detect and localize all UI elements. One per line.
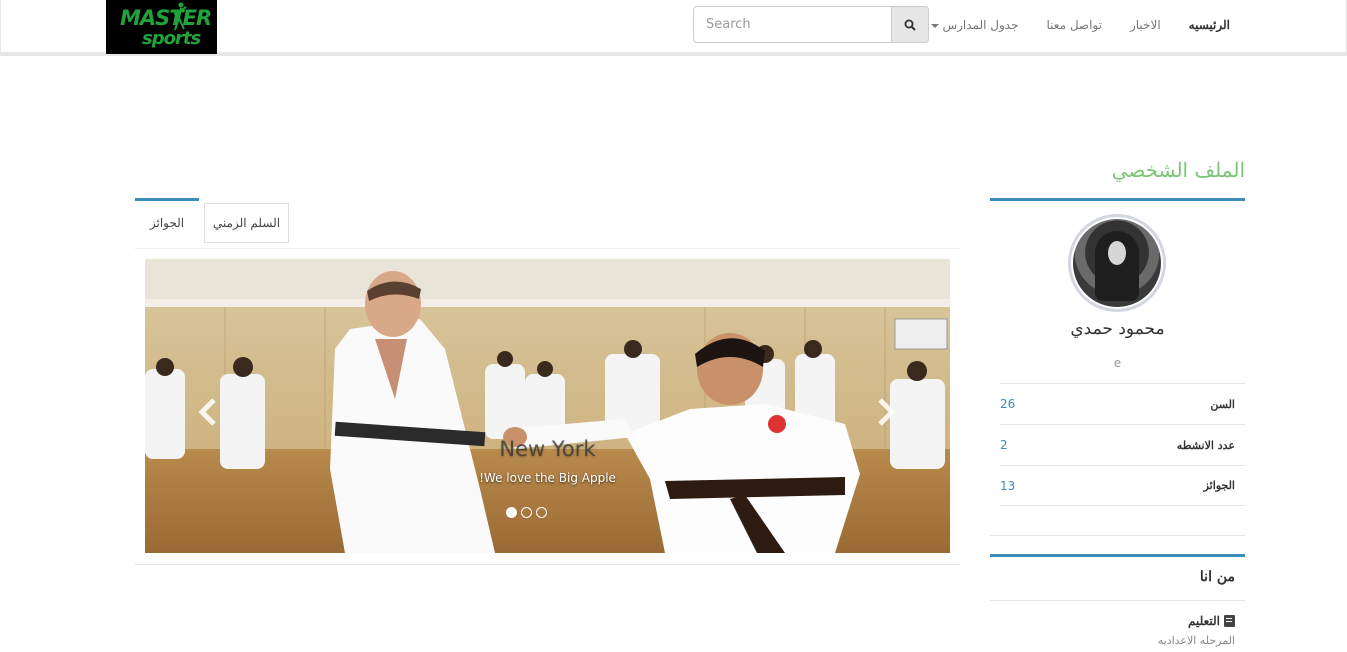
profile-stats: السن 26 عدد الانشطه 2 الجوائز 13 (1000, 383, 1245, 506)
education-value: المرحله الاعداديه (1157, 634, 1235, 647)
carousel-caption-title: New York (499, 437, 596, 461)
nav-item-schools-label: جدول المدارس (942, 18, 1019, 32)
brand-logo-line2: sports (142, 28, 201, 49)
about-divider (990, 600, 1245, 601)
education-label: التعليم (1188, 614, 1220, 628)
karate-photo (145, 259, 950, 553)
chevron-left-icon (198, 398, 216, 426)
chevron-right-icon (878, 398, 896, 426)
carousel-caption-text: !We love the Big Apple (479, 471, 616, 485)
profile-panel: محمود حمدي e السن 26 عدد الانشطه 2 الجوا… (990, 198, 1245, 536)
avatar (1068, 214, 1166, 312)
education-heading: التعليم (1188, 614, 1235, 628)
stat-label: الجوائز (1203, 479, 1235, 492)
nav-item-news[interactable]: الاخبار (1116, 18, 1175, 32)
stat-label: عدد الانشطه (1176, 438, 1235, 452)
brand-logo-line1: MASTER (120, 6, 212, 30)
page-title: الملف الشخصي (1111, 158, 1245, 182)
carousel-indicator-2[interactable] (521, 507, 532, 518)
search-form (693, 6, 929, 43)
stat-row-activities: عدد الانشطه 2 (1000, 424, 1245, 465)
nav-item-schools-dropdown[interactable]: جدول المدارس (913, 18, 1033, 32)
caret-down-icon (930, 23, 939, 28)
avatar-photo (1073, 219, 1161, 307)
carousel-indicator-3[interactable] (536, 507, 547, 518)
carousel-indicator-1[interactable] (506, 507, 517, 518)
book-icon (1224, 615, 1235, 627)
stat-label: السن (1210, 397, 1235, 411)
stat-value[interactable]: 2 (1000, 438, 1008, 452)
stat-row-awards: الجوائز 13 (1000, 465, 1245, 506)
stat-value[interactable]: 26 (1000, 397, 1015, 411)
profile-name: محمود حمدي (1070, 319, 1165, 339)
stat-row-age: السن 26 (1000, 383, 1245, 424)
nav-item-home[interactable]: الرئيسيه (1175, 18, 1244, 32)
stat-value[interactable]: 13 (1000, 479, 1015, 493)
navbar: MASTER sports الرئيسيه الاخبار تواصل معن… (0, 0, 1347, 56)
nav-item-contact[interactable]: تواصل معنا (1033, 18, 1116, 32)
carousel-next-button[interactable] (871, 397, 901, 427)
search-input[interactable] (693, 6, 892, 43)
carousel-prev-button[interactable] (193, 397, 223, 427)
about-panel: من انا التعليم المرحله الاعداديه (990, 554, 1245, 652)
tab-awards[interactable]: الجوائز (135, 198, 199, 244)
carousel-caption: New York !We love the Big Apple (145, 437, 950, 485)
avatar-face (1108, 241, 1126, 265)
tabs-bar: الجوائز السلم الزمني (135, 198, 960, 249)
image-carousel[interactable]: New York !We love the Big Apple (145, 259, 950, 553)
main-nav: الرئيسيه الاخبار تواصل معنا جدول المدارس (913, 0, 1244, 50)
carousel-indicators (506, 507, 547, 518)
brand-logo[interactable]: MASTER sports (106, 0, 217, 54)
tabs-panel: الجوائز السلم الزمني New York !We love t… (135, 198, 960, 565)
tab-timeline[interactable]: السلم الزمني (204, 203, 289, 243)
about-title: من انا (1199, 569, 1235, 585)
profile-subtitle: e (1113, 356, 1122, 370)
